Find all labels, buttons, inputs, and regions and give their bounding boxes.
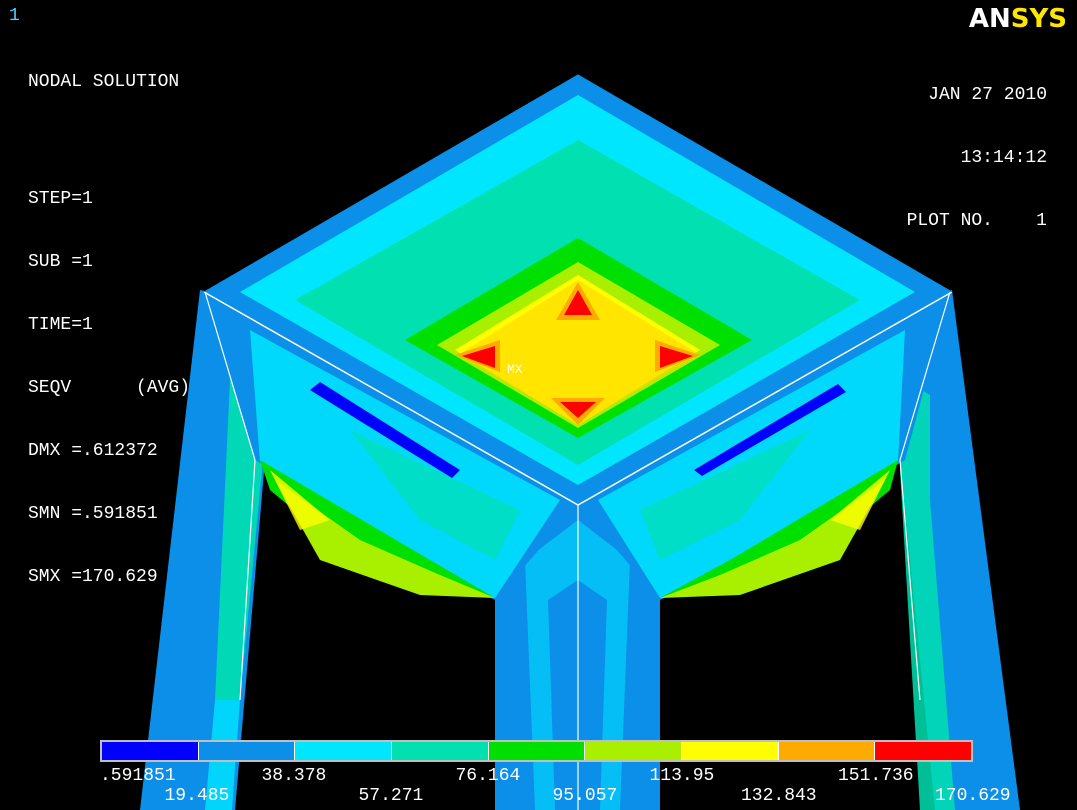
legend-tick-label: 113.95 [649,766,715,786]
legend-tick-label: 132.843 [741,786,817,806]
legend-swatch [585,742,683,760]
legend-tick-label: 170.629 [935,786,1011,806]
plot-time: 13:14:12 [960,148,1047,168]
logo-part-sys: SYS [1010,4,1067,34]
legend-swatch [682,742,779,760]
plot-number: PLOT NO. 1 [906,211,1047,231]
info-dmx: DMX =.612372 [28,441,158,461]
ansys-plot-window: 1 ANSYS NODAL SOLUTION STEP=1 SUB =1 TIM… [0,0,1077,810]
logo-part-an: AN [968,4,1011,34]
info-seqv: SEQV (AVG) [28,378,191,398]
legend-tick-label: 95.057 [552,786,618,806]
legend-swatch [295,742,393,760]
contour-legend-bar [100,740,973,762]
legend-swatch [778,742,876,760]
ansys-logo: ANSYS [969,4,1067,34]
legend-tick-label: 76.164 [455,766,521,786]
legend-tick-label: 151.736 [838,766,914,786]
info-sub: SUB =1 [28,252,93,272]
solution-title: NODAL SOLUTION [28,72,180,92]
legend-swatch [875,742,972,760]
window-number: 1 [9,6,20,26]
legend-tick-label: 38.378 [261,766,327,786]
max-marker: MX [507,362,523,377]
legend-tick-label: .591851 [100,766,176,786]
info-time: TIME=1 [28,315,93,335]
legend-tick-label: 19.485 [164,786,230,806]
plot-date: JAN 27 2010 [928,85,1047,105]
legend-swatch [488,742,586,760]
legend-tick-label: 57.271 [358,786,424,806]
legend-swatch [198,742,296,760]
info-step: STEP=1 [28,189,93,209]
plot-date-block: JAN 27 2010 13:14:12 PLOT NO. 1 [907,43,1047,274]
legend-swatch [102,742,199,760]
solution-info: NODAL SOLUTION STEP=1 SUB =1 TIME=1 SEQV… [28,30,190,630]
legend-swatch [392,742,489,760]
info-smx: SMX =170.629 [28,567,158,587]
info-smn: SMN =.591851 [28,504,158,524]
